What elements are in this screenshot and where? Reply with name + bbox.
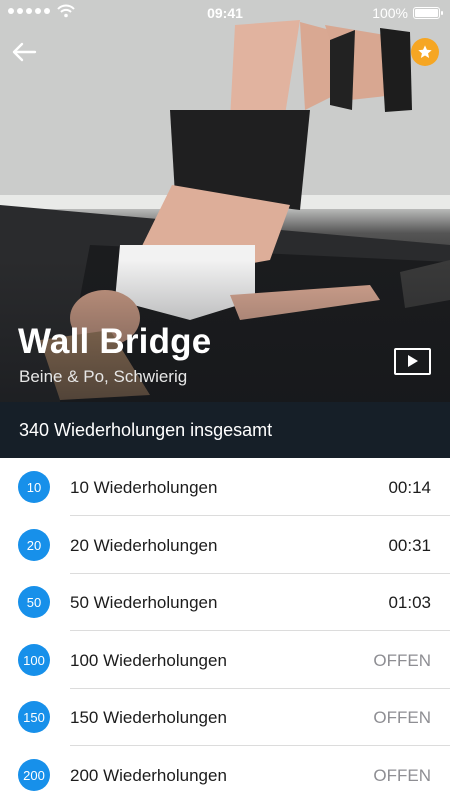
total-repetitions-label: 340 Wiederholungen insgesamt bbox=[19, 419, 273, 440]
level-row[interactable]: 200 200 Wiederholungen OFFEN bbox=[0, 746, 450, 800]
battery-icon bbox=[413, 7, 443, 19]
level-time: 00:31 bbox=[388, 536, 431, 555]
star-icon bbox=[418, 45, 432, 58]
level-label: 200 Wiederholungen bbox=[70, 766, 227, 785]
level-label: 150 Wiederholungen bbox=[70, 708, 227, 727]
battery-percentage: 100% bbox=[372, 5, 408, 21]
level-row[interactable]: 50 50 Wiederholungen 01:03 bbox=[0, 573, 450, 631]
arrow-left-icon bbox=[12, 42, 37, 62]
level-label: 50 Wiederholungen bbox=[70, 593, 218, 612]
total-repetitions-bar: 340 Wiederholungen insgesamt bbox=[0, 402, 450, 458]
level-status: OFFEN bbox=[373, 708, 431, 727]
favorite-button[interactable] bbox=[411, 38, 439, 66]
level-status: OFFEN bbox=[373, 651, 431, 670]
level-badge: 50 bbox=[18, 586, 50, 618]
level-time: 00:14 bbox=[388, 478, 431, 497]
level-badge: 10 bbox=[18, 471, 50, 503]
level-list: 10 10 Wiederholungen 00:14 20 20 Wiederh… bbox=[0, 458, 450, 800]
level-label: 100 Wiederholungen bbox=[70, 651, 227, 670]
level-row[interactable]: 10 10 Wiederholungen 00:14 bbox=[0, 458, 450, 516]
level-time: 01:03 bbox=[388, 593, 431, 612]
back-button[interactable] bbox=[10, 38, 40, 66]
level-label: 10 Wiederholungen bbox=[70, 478, 218, 497]
level-badge: 200 bbox=[18, 759, 50, 791]
level-badge: 150 bbox=[18, 701, 50, 733]
exercise-title: Wall Bridge bbox=[18, 322, 212, 361]
level-badge: 20 bbox=[18, 529, 50, 561]
status-bar: 09:41 100% bbox=[0, 0, 450, 26]
level-row[interactable]: 150 150 Wiederholungen OFFEN bbox=[0, 688, 450, 746]
level-badge: 100 bbox=[18, 644, 50, 676]
level-row[interactable]: 20 20 Wiederholungen 00:31 bbox=[0, 516, 450, 574]
play-video-button[interactable] bbox=[394, 348, 431, 375]
play-icon bbox=[408, 355, 418, 367]
level-row[interactable]: 100 100 Wiederholungen OFFEN bbox=[0, 631, 450, 689]
level-label: 20 Wiederholungen bbox=[70, 536, 218, 555]
level-status: OFFEN bbox=[373, 766, 431, 785]
exercise-subtitle: Beine & Po, Schwierig bbox=[19, 367, 188, 386]
exercise-hero: 09:41 100% Wall Bridge Beine & Po, Schwi… bbox=[0, 0, 450, 402]
